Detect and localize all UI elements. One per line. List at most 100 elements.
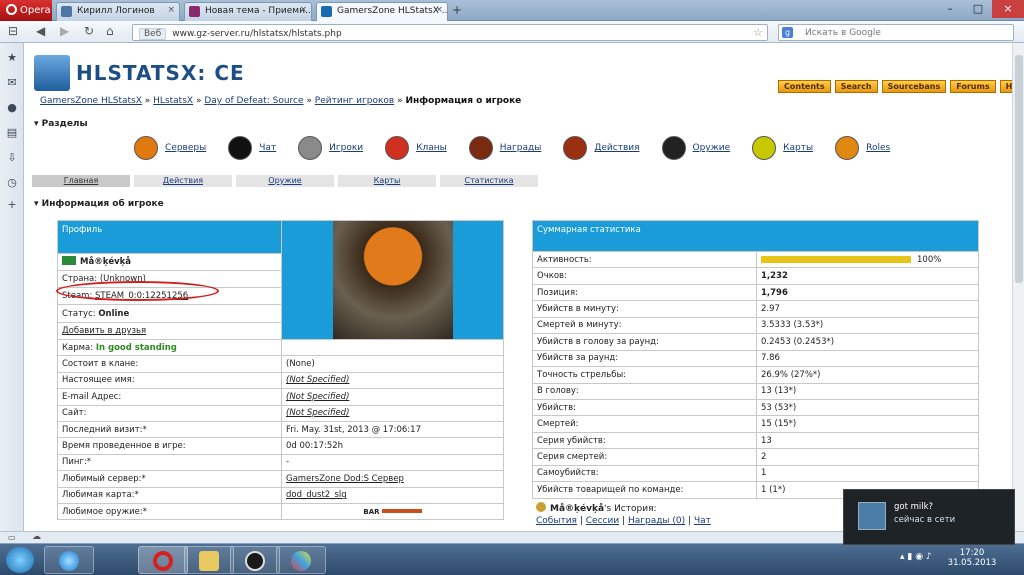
system-tray-icons[interactable]: ▴ ▮ ◉ ♪ [900,552,932,562]
clock[interactable]: 17:20 31.05.2013 [944,548,1000,568]
close-tab-icon[interactable]: × [167,5,175,15]
panel-icon[interactable]: ▭ [8,533,16,542]
site-link[interactable]: (Not Specified) [286,408,349,418]
breadcrumb-link[interactable]: Day of Defeat: Source [204,96,303,106]
close-tab-icon[interactable]: × [435,5,443,15]
activity-bar-fill [761,255,911,263]
help-link[interactable]: Help [999,80,1012,93]
contacts-icon[interactable]: ● [5,101,19,115]
subtab-actions[interactable]: Действия [134,175,232,187]
nav-label: Действия [594,143,640,153]
nav-actions[interactable]: Действия [563,136,640,160]
profile-label: Сайт: [57,404,282,422]
history-awards-link[interactable]: Награды (0) [628,516,685,526]
taskbar-paint[interactable] [276,546,326,574]
player-info-heading[interactable]: ▾ Информация об игроке [34,199,164,209]
ie-icon [59,551,79,571]
nav-label: Серверы [165,143,207,153]
panel-toggle-icon[interactable]: ⊟ [8,24,18,38]
tab-hlstatsx[interactable]: GamersZone HLStatsX ... × [316,2,448,21]
forward-icon[interactable]: ▶ [60,24,69,38]
close-tab-icon[interactable]: × [299,5,307,15]
taskbar-ie[interactable] [44,546,94,574]
subtab-weapons[interactable]: Оружие [236,175,334,187]
bookmarks-star-icon[interactable]: ★ [5,51,19,65]
reload-icon[interactable]: ↻ [84,24,94,38]
breadcrumb-link[interactable]: GamersZone HLStatsX [40,96,142,106]
nav-roles[interactable]: Roles [835,136,890,160]
new-tab-button[interactable]: + [452,3,462,17]
favorite-server-link[interactable]: GamersZone Dod:S Сервер [286,474,404,484]
home-icon[interactable]: ⌂ [106,24,114,38]
karma-empty-cell [281,338,504,357]
nav-chat[interactable]: Чат [228,136,276,160]
profile-value: (Not Specified) [281,388,504,406]
add-friend-link[interactable]: Добавить в друзья [62,326,146,336]
notes-icon[interactable]: ▤ [5,126,19,140]
downloads-icon[interactable]: ⇩ [5,151,19,165]
subtab-statistics[interactable]: Статистика [440,175,538,187]
real-name-link[interactable]: (Not Specified) [286,375,349,385]
player-name: Må®ķévķå [80,257,132,268]
tab-forum[interactable]: Новая тема - Приемн... × [184,2,312,21]
google-icon: g [782,27,793,38]
nav-awards[interactable]: Награды [468,136,541,160]
steam-notification[interactable]: got milk? сейчас в сети [843,489,1015,545]
nav-label: Чат [259,143,277,153]
subtab-main[interactable]: Главная [32,175,130,187]
nav-weapons[interactable]: Оружие [661,136,730,160]
url-field[interactable]: Веб www.gz-server.ru/hlstatsx/hlstats.php… [132,24,768,41]
add-panel-icon[interactable]: + [5,198,19,212]
history-sessions-link[interactable]: Сессии [586,516,619,526]
stat-value: 100% [756,250,979,269]
windows-taskbar: ▴ ▮ ◉ ♪ 17:20 31.05.2013 [0,543,1024,575]
breadcrumb-link[interactable]: Рейтинг игроков [315,96,394,106]
nav-servers[interactable]: Серверы [134,136,206,160]
mail-icon[interactable]: ✉ [5,76,19,90]
breadcrumb-link[interactable]: HLstatsX [153,96,193,106]
forums-link[interactable]: Forums [950,80,996,93]
stat-value: 26.9% (27%*) [756,366,979,384]
nav-maps[interactable]: Карты [752,136,813,160]
history-icon[interactable]: ◷ [5,176,19,190]
back-icon[interactable]: ◀ [36,24,45,38]
profile-label: Последний визит:* [57,420,282,439]
sourcebans-link[interactable]: Sourcebans [881,80,947,93]
weapon-label: BAR [363,507,380,516]
nav-players[interactable]: Игроки [298,136,363,160]
maximize-icon[interactable]: □ [964,0,992,18]
sections-heading[interactable]: ▾ Разделы [34,119,88,129]
taskbar-steam[interactable] [230,546,280,574]
close-window-icon[interactable]: × [992,0,1024,18]
minimize-icon[interactable]: – [936,0,964,18]
stat-value: 1,232 [756,267,979,285]
search-link[interactable]: Search [834,80,878,93]
notification-text: сейчас в сети [894,515,956,525]
search-field[interactable]: g Искать в Google [778,24,1014,41]
history-events-link[interactable]: События [536,516,577,526]
opera-menu-button[interactable]: Opera [0,0,52,21]
bookmark-star-icon[interactable]: ☆ [753,26,763,39]
nav-clans[interactable]: Кланы [385,136,447,160]
profile-label: Настоящее имя: [57,371,282,390]
subtab-maps[interactable]: Карты [338,175,436,187]
cloud-icon[interactable]: ☁ [32,532,41,542]
player-avatar [332,221,453,339]
profile-table: Профиль Må®ķévķå Страна: (Unknown) Steam… [57,220,504,521]
url-text: www.gz-server.ru/hlstatsx/hlstats.php [172,29,342,39]
taskbar-explorer[interactable] [184,546,234,574]
page-scrollbar[interactable] [1012,43,1024,531]
profile-value: - [281,453,504,472]
taskbar-opera[interactable] [138,546,188,574]
breadcrumb-separator: » [144,96,151,106]
stat-label: Точность стрельбы: [532,366,757,384]
stat-label: Смертей: [532,415,757,433]
stat-value: 1,796 [756,283,979,302]
scrollbar-thumb[interactable] [1015,55,1023,283]
favorite-map-link[interactable]: dod_dust2_slg [286,490,347,500]
start-button-icon[interactable] [6,547,34,573]
tab-vk[interactable]: Кирилл Логинов × [56,2,180,21]
email-link[interactable]: (Not Specified) [286,392,349,402]
contents-link[interactable]: Contents [778,80,831,93]
history-chat-link[interactable]: Чат [694,516,711,526]
